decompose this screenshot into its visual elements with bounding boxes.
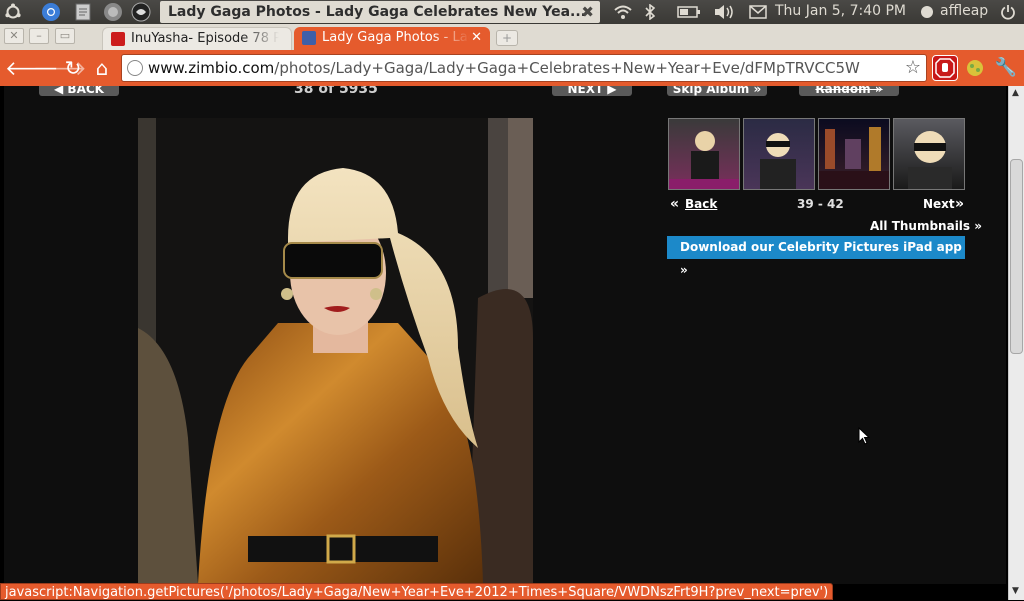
status-bar: javascript:Navigation.getPictures('/phot… [0,583,834,600]
thumbnail[interactable] [743,118,815,190]
forward-arrow-icon[interactable]: 🡒 [33,56,87,80]
wifi-icon[interactable] [612,3,634,21]
window-close-icon[interactable]: ✖ [581,1,594,23]
user-status-icon[interactable] [918,3,936,21]
minimize-window-icon[interactable]: – [29,28,49,44]
wrench-menu-icon[interactable]: 🔧 [994,56,1018,80]
back-arrow-icon[interactable]: 🡐 [5,56,59,80]
scrollbar-thumb[interactable] [1010,159,1023,354]
all-thumbnails-link[interactable]: All Thumbnails » [870,219,982,233]
vertical-scrollbar[interactable]: ▲ ▼ [1008,86,1024,600]
thumbnail[interactable] [668,118,740,190]
new-tab-button[interactable]: + [496,30,518,46]
volume-icon[interactable] [712,3,736,21]
back-button[interactable]: ◀ BACK [39,86,119,96]
thumbs-range: 39 - 42 [797,197,844,211]
page-viewport: ◀ BACK 38 of 5935 NEXT ▶ Skip Album » Ra… [0,86,1008,584]
thumbs-next-link[interactable]: Next [923,197,955,211]
chromium-launcher-icon[interactable] [40,2,62,22]
random-button[interactable]: Random » [799,86,899,96]
gallery-page: ◀ BACK 38 of 5935 NEXT ▶ Skip Album » Ra… [4,86,1006,584]
reload-icon[interactable]: ↻ [61,56,85,80]
home-icon[interactable]: ⌂ [90,56,114,80]
double-left-chevron-icon[interactable]: « [670,196,679,212]
top-panel: Lady Gaga Photos - Lady Gaga Celebrates … [0,0,1024,24]
youtube-favicon-icon [111,32,125,46]
scroll-up-icon[interactable]: ▲ [1012,88,1019,98]
tab-label: Lady Gaga Photos - Lad [322,30,470,45]
mouse-cursor-icon [858,427,870,445]
skip-album-button[interactable]: Skip Album » [667,86,767,96]
user-name[interactable]: affleap [940,3,988,19]
scroll-down-icon[interactable]: ▼ [1012,586,1019,596]
globe-icon [127,60,143,76]
tab-label: InuYasha- Episode 78 Pa [131,31,279,46]
web-launcher-icon[interactable] [130,2,152,22]
bookmark-star-icon[interactable]: ☆ [905,55,921,81]
clock[interactable]: Thu Jan 5, 7:40 PM [775,3,906,19]
thumbnail[interactable] [818,118,890,190]
close-window-icon[interactable]: ✕ [4,28,24,44]
bluetooth-icon[interactable] [642,3,658,21]
thumbnail[interactable] [893,118,965,190]
browser-toolbar: 🡐 🡒 ↻ ⌂ www.zimbio.com/photos/Lady+Gaga/… [0,50,1024,86]
ubuntu-logo-icon[interactable] [2,2,24,22]
active-window-title[interactable]: Lady Gaga Photos - Lady Gaga Celebrates … [160,1,600,23]
text-editor-launcher-icon[interactable] [72,2,94,22]
ipad-app-banner[interactable]: Download our Celebrity Pictures iPad app… [667,236,965,277]
tab-inuyasha[interactable]: InuYasha- Episode 78 Pa [102,27,292,50]
mail-icon[interactable] [748,3,768,21]
url-domain: www.zimbio.com [148,59,275,77]
main-photo[interactable] [138,118,533,584]
adblock-extension-icon[interactable] [932,55,958,81]
tab-close-icon[interactable]: ✕ [471,27,482,49]
maximize-window-icon[interactable]: ▭ [55,28,75,44]
next-button[interactable]: NEXT ▶ [552,86,632,96]
photo-counter: 38 of 5935 [294,86,378,97]
thumbs-back-link[interactable]: Back [685,197,717,211]
extension-icon[interactable] [962,55,988,81]
zimbio-favicon-icon [302,31,316,45]
tab-lady-gaga[interactable]: Lady Gaga Photos - Lad ✕ [294,27,490,50]
power-icon[interactable] [998,3,1018,21]
address-bar[interactable]: www.zimbio.com/photos/Lady+Gaga/Lady+Gag… [121,54,927,82]
double-right-chevron-icon[interactable]: » [955,196,964,212]
window-title-text: Lady Gaga Photos - Lady Gaga Celebrates … [168,4,586,20]
system-launcher-icon[interactable] [102,2,124,22]
url-path: /photos/Lady+Gaga/Lady+Gaga+Celebrates+N… [274,59,860,77]
battery-icon[interactable] [676,3,702,21]
